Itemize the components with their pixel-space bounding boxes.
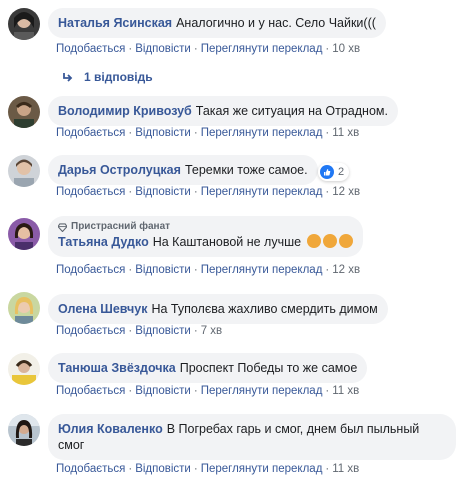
comment-bubble: Дарья Острoлуцкая Теремки тоже самое. xyxy=(48,155,318,185)
comment-bubble: Танюша Звёздочка Проспект Победы то же са… xyxy=(48,353,368,383)
avatar[interactable] xyxy=(8,8,40,40)
comment-author[interactable]: Олена Шевчук xyxy=(58,302,147,316)
comment-author[interactable]: Танюша Звёздочка xyxy=(58,361,176,375)
like-link[interactable]: Подобається xyxy=(56,385,125,397)
reaction-summary[interactable]: 2 xyxy=(318,163,350,181)
comment-text: В Погребах гарь и смог, днем был пыльный xyxy=(166,422,420,436)
comment-actions: Подобається · Відповісти · Переглянути перек… xyxy=(56,43,361,55)
comment-author[interactable]: Наталья Ясинская xyxy=(58,16,172,30)
replies-count: 1 відповідь xyxy=(84,70,153,84)
angry-emoji-icon xyxy=(305,234,353,249)
comment-time[interactable]: 11 хв xyxy=(332,127,359,139)
avatar[interactable] xyxy=(8,414,40,446)
reply-link[interactable]: Відповісти xyxy=(135,463,191,475)
view-replies-link[interactable]: 1 відповідь xyxy=(62,70,153,84)
see-translation-link[interactable]: Переглянути переклад xyxy=(201,385,323,397)
comment-bubble: Юлия Коваленко В Погребах гарь и смог, дн… xyxy=(48,414,456,460)
reply-link[interactable]: Відповісти xyxy=(135,43,191,55)
see-translation-link[interactable]: Переглянути переклад xyxy=(201,264,323,276)
reply-link[interactable]: Відповісти xyxy=(135,264,191,276)
comment-actions: Подобається · Відповісти · Переглянути перек… xyxy=(56,186,361,198)
comment-text: Теремки тоже самое. xyxy=(184,163,308,177)
like-reaction-icon xyxy=(320,165,334,179)
comment-actions: Подобається · Відповісти · Переглянути перек… xyxy=(56,385,360,397)
reply-arrow-icon xyxy=(63,73,73,82)
like-link[interactable]: Подобається xyxy=(56,325,125,337)
avatar[interactable] xyxy=(8,96,40,128)
comment-actions: Подобається · Відповісти · Переглянути перек… xyxy=(56,463,360,475)
like-link[interactable]: Подобається xyxy=(56,127,125,139)
comment-author[interactable]: Дарья Острoлуцкая xyxy=(58,163,181,177)
see-translation-link[interactable]: Переглянути переклад xyxy=(201,186,323,198)
comment-actions: Подобається · Відповісти · Переглянути перек… xyxy=(56,127,360,139)
comment-time[interactable]: 7 хв xyxy=(201,325,222,337)
comment-actions: Подобається · Відповісти · 7 хв xyxy=(56,325,223,337)
comment-text: Проспект Победы то же самое xyxy=(179,361,358,375)
badge-label: Пристрасний фанат xyxy=(71,221,171,232)
comment-text: Такая же ситуация на Отрадном. xyxy=(195,104,388,118)
comment-actions: Подобається · Відповісти · Переглянути перек… xyxy=(56,264,361,276)
comment-bubble: Пристрасний фанат Татьяна Дудко На Каштан… xyxy=(48,216,363,257)
like-link[interactable]: Подобається xyxy=(56,264,125,276)
avatar[interactable] xyxy=(8,353,40,385)
comment-bubble: Наталья Ясинская Аналогично и у нас. Село… xyxy=(48,8,386,38)
comment-time[interactable]: 12 хв xyxy=(332,264,360,276)
comment-author[interactable]: Юлия Коваленко xyxy=(58,422,163,436)
avatar[interactable] xyxy=(8,155,40,187)
see-translation-link[interactable]: Переглянути переклад xyxy=(201,43,323,55)
avatar[interactable] xyxy=(8,218,40,250)
comment-text: Аналогично и у нас. Село Чайки((( xyxy=(176,16,376,30)
comment-bubble: Володимир Кривозуб Такая же ситуация на О… xyxy=(48,96,398,126)
top-fan-badge: Пристрасний фанат xyxy=(58,221,353,233)
avatar[interactable] xyxy=(8,292,40,324)
comment-author[interactable]: Володимир Кривозуб xyxy=(58,104,192,118)
comment-text: На Каштановой не лучше xyxy=(152,235,302,249)
reply-link[interactable]: Відповісти xyxy=(135,385,191,397)
reply-link[interactable]: Відповісти xyxy=(135,186,191,198)
comment-time[interactable]: 11 хв xyxy=(332,385,359,397)
reaction-count: 2 xyxy=(338,166,345,178)
comment-text-continued: смог xyxy=(58,438,85,452)
like-link[interactable]: Подобається xyxy=(56,463,125,475)
like-link[interactable]: Подобається xyxy=(56,186,125,198)
comment-time[interactable]: 10 хв xyxy=(332,43,360,55)
like-link[interactable]: Подобається xyxy=(56,43,125,55)
reply-link[interactable]: Відповісти xyxy=(135,127,191,139)
diamond-icon xyxy=(58,222,67,232)
see-translation-link[interactable]: Переглянути переклад xyxy=(201,127,323,139)
comment-time[interactable]: 12 хв xyxy=(332,186,360,198)
comment-author[interactable]: Татьяна Дудко xyxy=(58,235,149,249)
comment-time[interactable]: 11 хв xyxy=(332,463,359,475)
comment-text: На Туполєва жахливо смердить димом xyxy=(151,302,378,316)
reply-link[interactable]: Відповісти xyxy=(135,325,191,337)
see-translation-link[interactable]: Переглянути переклад xyxy=(201,463,323,475)
comment-bubble: Олена Шевчук На Туполєва жахливо смердить… xyxy=(48,294,388,324)
